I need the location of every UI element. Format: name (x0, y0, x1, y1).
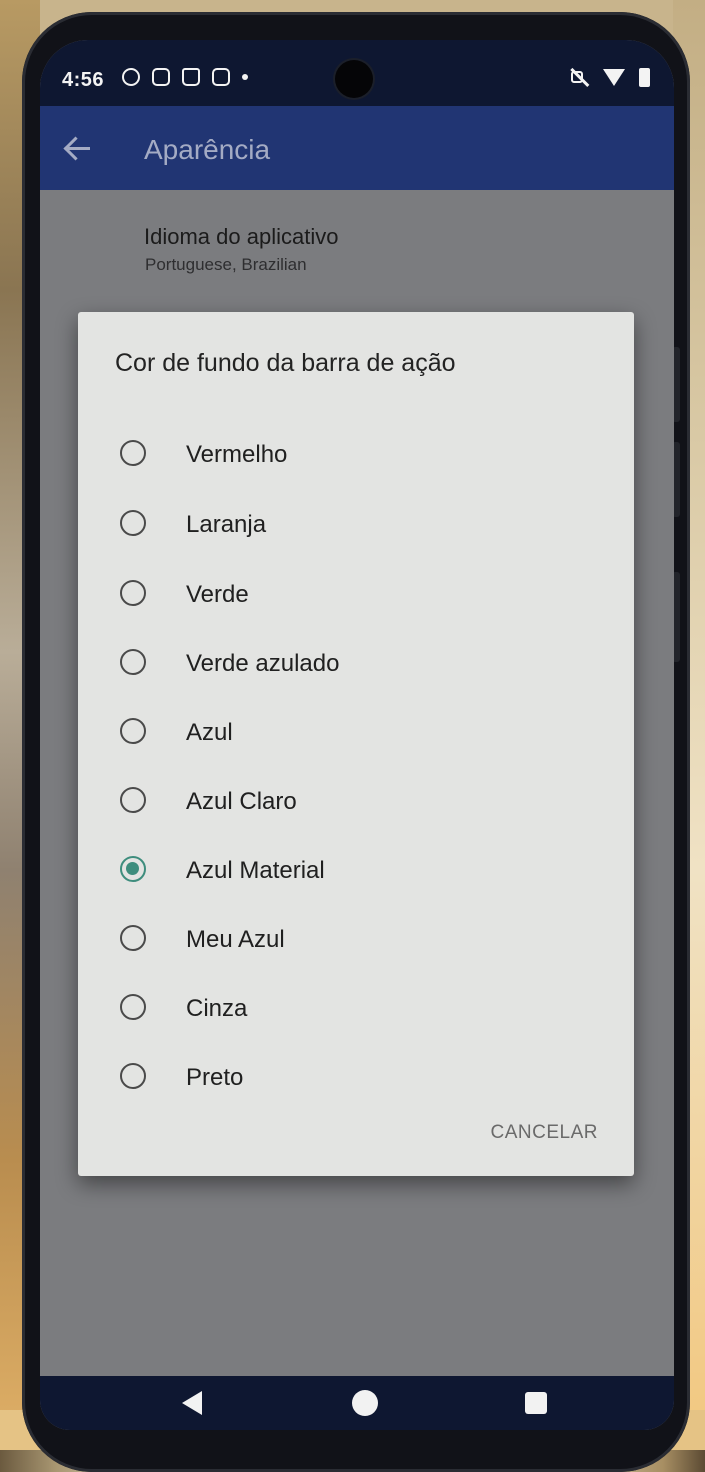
option-cinza[interactable]: Cinza (78, 978, 634, 1038)
status-icons-left (122, 68, 248, 86)
option-label: Azul Claro (186, 788, 297, 815)
cancel-button[interactable]: CANCELAR (491, 1122, 598, 1144)
radio-button[interactable] (120, 510, 146, 536)
color-picker-dialog: Cor de fundo da barra de ação Vermelho L… (78, 312, 634, 1176)
phone-screen: 4:56 Aparência Idioma do aplicativo Port… (40, 40, 674, 1430)
option-label: Vermelho (186, 441, 288, 468)
status-icons-right (569, 67, 650, 87)
option-azul-material[interactable]: Azul Material (78, 840, 634, 900)
nav-back-icon[interactable] (182, 1391, 202, 1415)
option-azul-claro[interactable]: Azul Claro (78, 771, 634, 831)
app-toolbar: Aparência (40, 106, 674, 190)
radio-button[interactable] (120, 1063, 146, 1089)
option-label: Laranja (186, 511, 267, 538)
option-label: Cinza (186, 995, 248, 1022)
wifi-icon (603, 68, 625, 86)
radio-button[interactable] (120, 440, 146, 466)
option-meu-azul[interactable]: Meu Azul (78, 909, 634, 969)
radio-button-selected[interactable] (120, 856, 146, 882)
dot-icon (242, 74, 248, 80)
radio-button[interactable] (120, 718, 146, 744)
setting-subtitle: Portuguese, Brazilian (145, 255, 307, 274)
option-label: Meu Azul (186, 926, 285, 953)
battery-icon (639, 67, 650, 87)
page-title: Aparência (144, 134, 271, 165)
bag-icon (182, 68, 200, 86)
camera-cutout (335, 60, 373, 98)
face-icon (122, 68, 140, 86)
status-bar: 4:56 (40, 40, 674, 106)
mute-icon (569, 67, 589, 87)
option-label: Azul Material (186, 857, 325, 884)
option-label: Verde azulado (186, 650, 340, 677)
radio-button[interactable] (120, 580, 146, 606)
status-time: 4:56 (62, 69, 105, 91)
option-laranja[interactable]: Laranja (78, 494, 634, 554)
dialog-title: Cor de fundo da barra de ação (115, 349, 456, 377)
nav-recents-icon[interactable] (525, 1392, 547, 1414)
radio-button[interactable] (120, 787, 146, 813)
option-preto[interactable]: Preto (78, 1047, 634, 1107)
setting-title: Idioma do aplicativo (144, 224, 339, 249)
option-vermelho[interactable]: Vermelho (78, 424, 634, 484)
option-label: Verde (186, 581, 249, 608)
option-verde[interactable]: Verde (78, 564, 634, 624)
option-azul[interactable]: Azul (78, 702, 634, 762)
radio-button[interactable] (120, 649, 146, 675)
radio-button[interactable] (120, 994, 146, 1020)
radio-button[interactable] (120, 925, 146, 951)
option-label: Azul (186, 719, 233, 746)
option-label: Preto (186, 1064, 244, 1091)
navigation-bar (40, 1376, 674, 1430)
option-verde-azulado[interactable]: Verde azulado (78, 633, 634, 693)
sim-card-icon (152, 68, 170, 86)
message-icon (212, 68, 230, 86)
back-arrow-icon[interactable] (62, 132, 94, 164)
nav-home-icon[interactable] (352, 1390, 378, 1416)
